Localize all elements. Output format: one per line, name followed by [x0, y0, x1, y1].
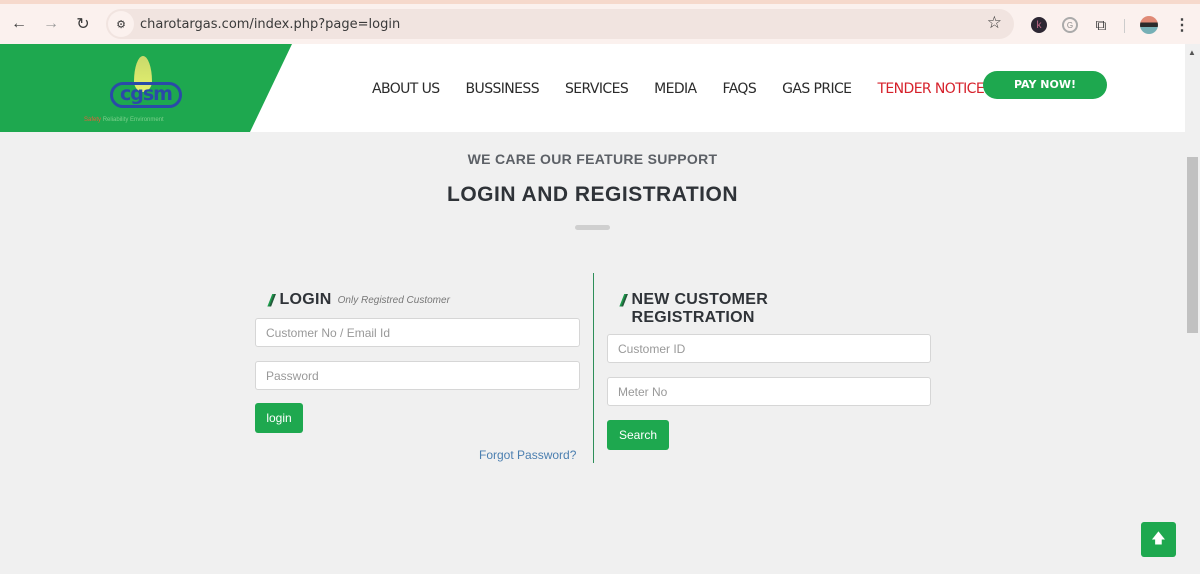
forward-button[interactable]: →: [35, 8, 67, 40]
password-input[interactable]: Password: [255, 361, 580, 390]
logo-tagline-accent: Safety: [84, 117, 102, 123]
login-title: LOGIN: [279, 291, 332, 308]
grammarly-extension-icon[interactable]: G: [1062, 17, 1078, 33]
reload-button[interactable]: ↻: [67, 8, 99, 40]
nav-services[interactable]: SERVICES: [565, 81, 629, 97]
section-subtitle: WE CARE OUR FEATURE SUPPORT: [467, 151, 718, 167]
browser-toolbar: ← → ↻ ⚙ charotargas.com/index.php?page=l…: [0, 4, 1200, 44]
site-header: cgsm Safety Reliability Environment ABOU…: [0, 44, 1185, 132]
double-slash-icon: //: [620, 291, 626, 310]
forgot-password-link[interactable]: Forgot Password?: [479, 448, 576, 462]
registration-title-line1: NEW CUSTOMER: [631, 291, 769, 308]
nav-tender-notice[interactable]: TENDER NOTICE: [877, 81, 984, 97]
page-scrollbar[interactable]: ▲: [1185, 44, 1200, 574]
login-heading: // LOGIN Only Registred Customer: [268, 291, 450, 311]
registration-heading: // NEW CUSTOMER REGISTRATION: [620, 291, 768, 327]
customer-no-email-input[interactable]: Customer No / Email Id: [255, 318, 580, 347]
nav-about-us[interactable]: ABOUT US: [372, 81, 440, 97]
registration-title-line2: REGISTRATION: [631, 309, 755, 326]
reload-icon: ↻: [76, 16, 90, 33]
customer-id-input[interactable]: Customer ID: [607, 334, 931, 363]
search-button[interactable]: Search: [607, 420, 669, 450]
tune-icon: ⚙: [116, 18, 126, 31]
site-info-button[interactable]: ⚙: [108, 11, 134, 37]
main-nav: ABOUT US BUSSINESS SERVICES MEDIA FAQS G…: [372, 81, 1010, 97]
scroll-to-top-button[interactable]: 🡅: [1141, 522, 1176, 557]
nav-media[interactable]: MEDIA: [654, 81, 697, 97]
back-button[interactable]: ←: [3, 8, 35, 40]
registration-title: NEW CUSTOMER REGISTRATION: [631, 291, 768, 327]
title-underline: [575, 225, 610, 230]
address-bar[interactable]: ⚙ charotargas.com/index.php?page=login ☆: [106, 9, 1014, 39]
login-note: Only Registred Customer: [337, 295, 450, 306]
browser-menu-icon[interactable]: ⋮: [1174, 15, 1190, 35]
bookmark-star-icon[interactable]: ☆: [987, 13, 1002, 33]
url-text[interactable]: charotargas.com/index.php?page=login: [140, 17, 400, 32]
extension-k-icon[interactable]: k: [1031, 17, 1047, 33]
logo-text: cgsm: [110, 82, 182, 108]
logo-tagline-text: Reliability Environment: [102, 117, 164, 123]
extensions-puzzle-icon[interactable]: ⧉: [1093, 17, 1109, 34]
scrollbar-thumb[interactable]: [1187, 157, 1198, 333]
arrow-right-icon: →: [43, 15, 59, 32]
page-title: LOGIN AND REGISTRATION: [447, 183, 738, 206]
meter-no-input[interactable]: Meter No: [607, 377, 931, 406]
pay-now-button[interactable]: PAY NOW!: [983, 71, 1107, 99]
toolbar-separator: [1124, 19, 1125, 33]
logo-tagline: Safety Reliability Environment: [84, 117, 164, 123]
nav-business[interactable]: BUSSINESS: [466, 81, 540, 97]
panel-divider: [593, 273, 594, 463]
profile-avatar[interactable]: [1140, 16, 1158, 34]
nav-gas-price[interactable]: GAS PRICE: [782, 81, 852, 97]
login-button[interactable]: login: [255, 403, 303, 433]
nav-faqs[interactable]: FAQS: [723, 81, 757, 97]
double-slash-icon: //: [268, 291, 274, 310]
arrow-left-icon: ←: [11, 15, 27, 32]
site-logo[interactable]: cgsm: [108, 52, 184, 110]
scroll-up-arrow-icon[interactable]: ▲: [1188, 48, 1196, 57]
arrow-up-icon: 🡅: [1151, 529, 1166, 546]
